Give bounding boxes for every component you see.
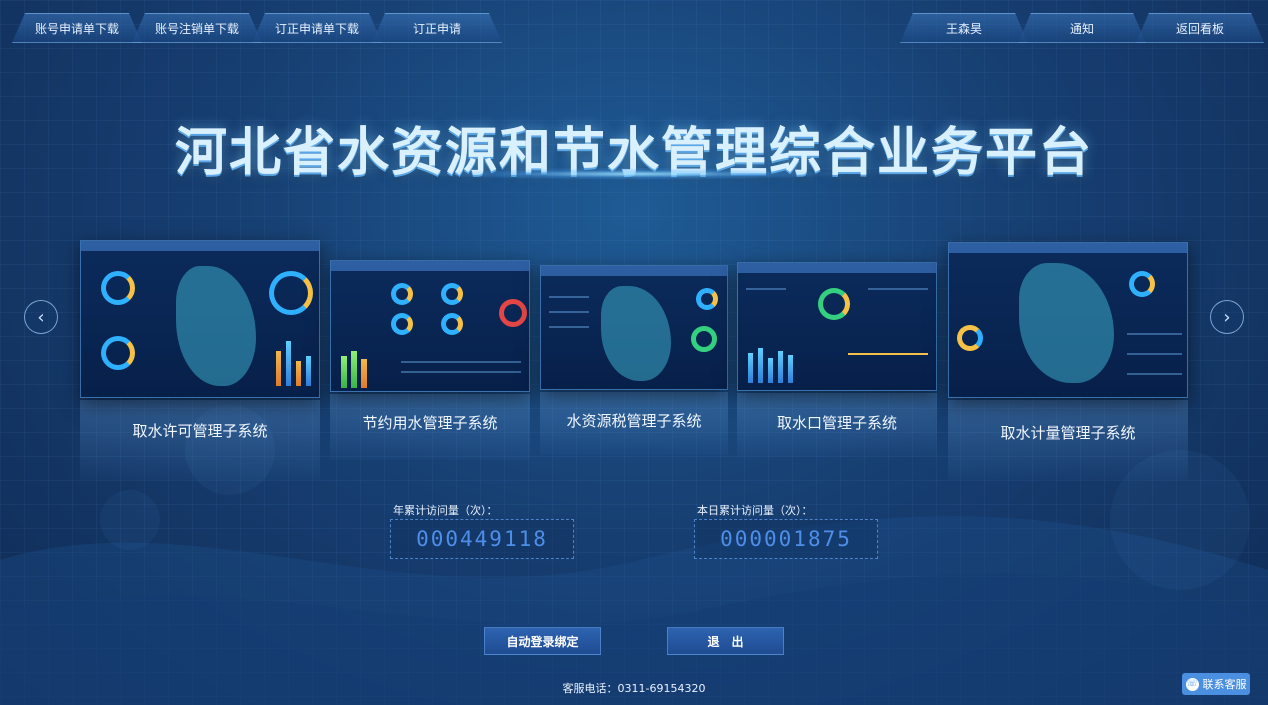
card-preview (80, 240, 320, 398)
tab-correction-apply[interactable]: 订正申请 (372, 13, 502, 43)
tab-account-cancel-download[interactable]: 账号注销单下载 (132, 13, 262, 43)
top-nav-right: 王森昊 通知 返回看板 (900, 13, 1264, 47)
card-water-intake[interactable]: 取水口管理子系统 (737, 262, 937, 457)
card-water-saving[interactable]: 节约用水管理子系统 (330, 260, 530, 460)
title-glow (420, 168, 850, 180)
logout-button[interactable]: 退 出 (667, 627, 784, 655)
top-nav-left: 账号申请单下载 账号注销单下载 订正申请单下载 订正申请 (12, 13, 502, 47)
card-water-metering[interactable]: 取水计量管理子系统 (948, 242, 1188, 485)
card-label: 取水许可管理子系统 (132, 422, 268, 440)
contact-service-label: 联系客服 (1202, 678, 1247, 691)
card-label: 水资源税管理子系统 (566, 412, 702, 430)
contact-service-button[interactable]: ☏ 联系客服 (1182, 673, 1250, 695)
tab-account-apply-download[interactable]: 账号申请单下载 (12, 13, 142, 43)
year-visits-label: 年累计访问量（次）： (393, 504, 498, 517)
carousel-next-button[interactable]: › (1210, 300, 1244, 334)
chevron-left-icon: ‹ (37, 306, 45, 328)
service-phone: 客服电话：0311-69154320 (562, 682, 706, 695)
card-label: 取水计量管理子系统 (1000, 424, 1136, 442)
card-preview (330, 260, 530, 392)
day-visits-label: 本日累计访问量（次）： (697, 504, 813, 517)
card-preview (737, 262, 937, 391)
card-preview (540, 265, 728, 390)
card-water-tax[interactable]: 水资源税管理子系统 (540, 265, 728, 455)
day-visits-value: 000001875 (694, 519, 878, 559)
tab-user-name[interactable]: 王森昊 (900, 13, 1028, 43)
carousel-prev-button[interactable]: ‹ (24, 300, 58, 334)
year-visits-value: 000449118 (390, 519, 574, 559)
card-preview (948, 242, 1188, 398)
card-label: 节约用水管理子系统 (362, 414, 498, 432)
card-label: 取水口管理子系统 (776, 414, 897, 432)
chevron-right-icon: › (1223, 306, 1231, 328)
headset-icon: ☏ (1185, 677, 1199, 691)
card-water-permit[interactable]: 取水许可管理子系统 (80, 240, 320, 485)
tab-back-to-dashboard[interactable]: 返回看板 (1136, 13, 1264, 43)
auto-login-bind-button[interactable]: 自动登录绑定 (484, 627, 601, 655)
tab-correction-form-download[interactable]: 订正申请单下载 (252, 13, 382, 43)
tab-notifications[interactable]: 通知 (1018, 13, 1146, 43)
